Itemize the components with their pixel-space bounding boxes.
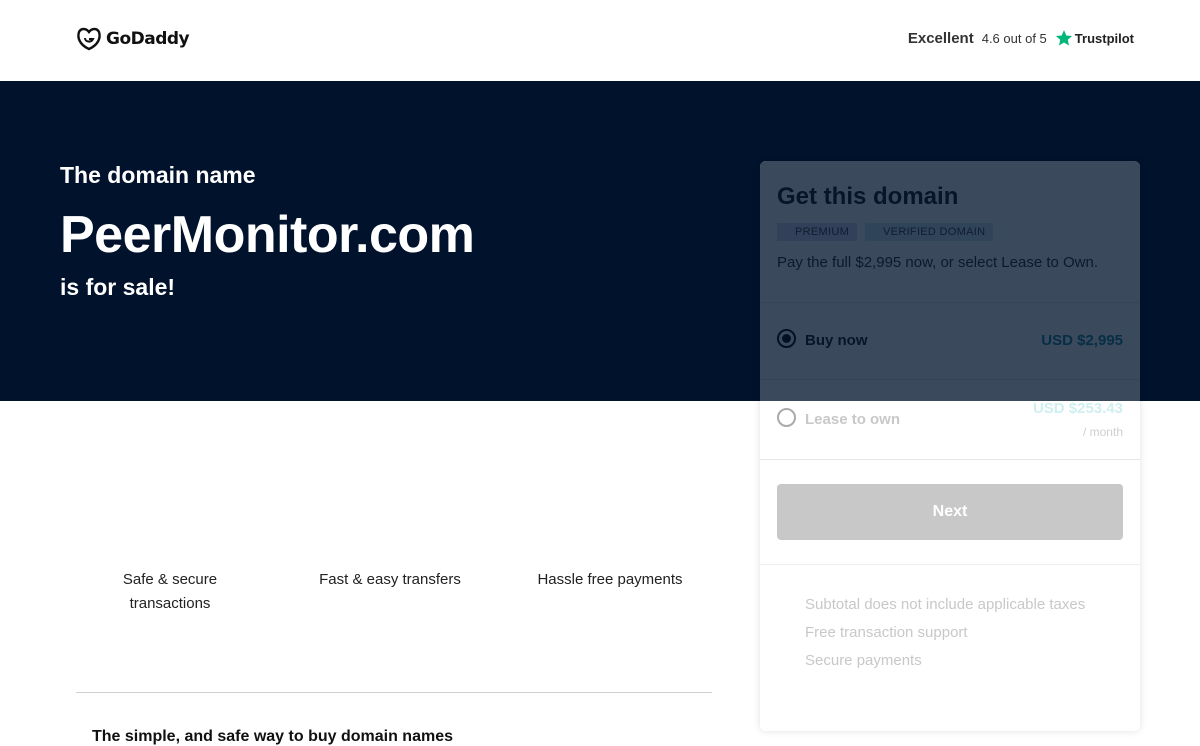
- hero-subtitle: is for sale!: [60, 274, 176, 300]
- lease-to-own-label: Lease to own: [805, 411, 901, 428]
- hero-pretitle: The domain name: [60, 162, 256, 188]
- feature-item: Safe & secure transactions: [122, 571, 218, 612]
- info-item: Subtotal does not include applicable tax…: [805, 596, 1086, 613]
- card-title: Get this domain: [777, 183, 959, 210]
- buy-now-option[interactable]: Buy now USD $2,995: [760, 303, 1140, 380]
- lease-per-month: / month: [1082, 425, 1123, 439]
- buy-now-label: Buy now: [805, 332, 868, 349]
- section-divider: [76, 692, 712, 693]
- top-bar: GoDaddy Excellent 4.6 out of 5 Trustpilo…: [0, 0, 1200, 81]
- lease-to-own-radio[interactable]: [777, 408, 796, 427]
- feature-item: Fast & easy transfers: [319, 571, 461, 588]
- domain-name-title: PeerMonitor.com: [60, 206, 475, 264]
- badge-row: PREMIUM VERIFIED DOMAIN: [777, 223, 1123, 241]
- info-item: Secure payments: [805, 652, 922, 669]
- rating-word: Excellent: [907, 29, 974, 47]
- logo-text: GoDaddy: [106, 29, 190, 49]
- lease-price: USD $253.43: [1032, 400, 1123, 417]
- info-list: Subtotal does not include applicable tax…: [760, 565, 1140, 675]
- purchase-card: Get this domain PREMIUM VERIFIED DOMAIN …: [760, 161, 1140, 731]
- buy-now-price: USD $2,995: [1041, 332, 1123, 349]
- buy-now-radio[interactable]: [777, 329, 796, 348]
- feature-item: Hassle free payments: [537, 571, 683, 588]
- trustpilot-star-icon: [1055, 30, 1072, 46]
- card-description: Pay the full $2,995 now, or select Lease…: [777, 254, 1099, 271]
- info-item: Free transaction support: [805, 624, 968, 641]
- premium-badge: PREMIUM: [777, 223, 858, 241]
- next-section: Next: [760, 460, 1140, 565]
- card-header: Get this domain PREMIUM VERIFIED DOMAIN …: [760, 161, 1140, 303]
- godaddy-logo[interactable]: GoDaddy: [76, 27, 190, 51]
- trustpilot-brand: Trustpilot: [1074, 30, 1134, 46]
- rating-score: 4.6 out of 5: [981, 30, 1047, 46]
- next-button[interactable]: Next: [777, 484, 1123, 540]
- godaddy-logo-icon: [77, 27, 101, 51]
- verified-domain-badge: VERIFIED DOMAIN: [865, 223, 994, 241]
- section-heading: The simple, and safe way to buy domain n…: [92, 728, 453, 745]
- trustpilot-rating[interactable]: Excellent 4.6 out of 5 Trustpilot: [908, 29, 1134, 47]
- lease-to-own-option[interactable]: Lease to own USD $253.43 / month: [760, 380, 1140, 460]
- features-list: Safe & secure transactions Fast & easy t…: [60, 568, 720, 616]
